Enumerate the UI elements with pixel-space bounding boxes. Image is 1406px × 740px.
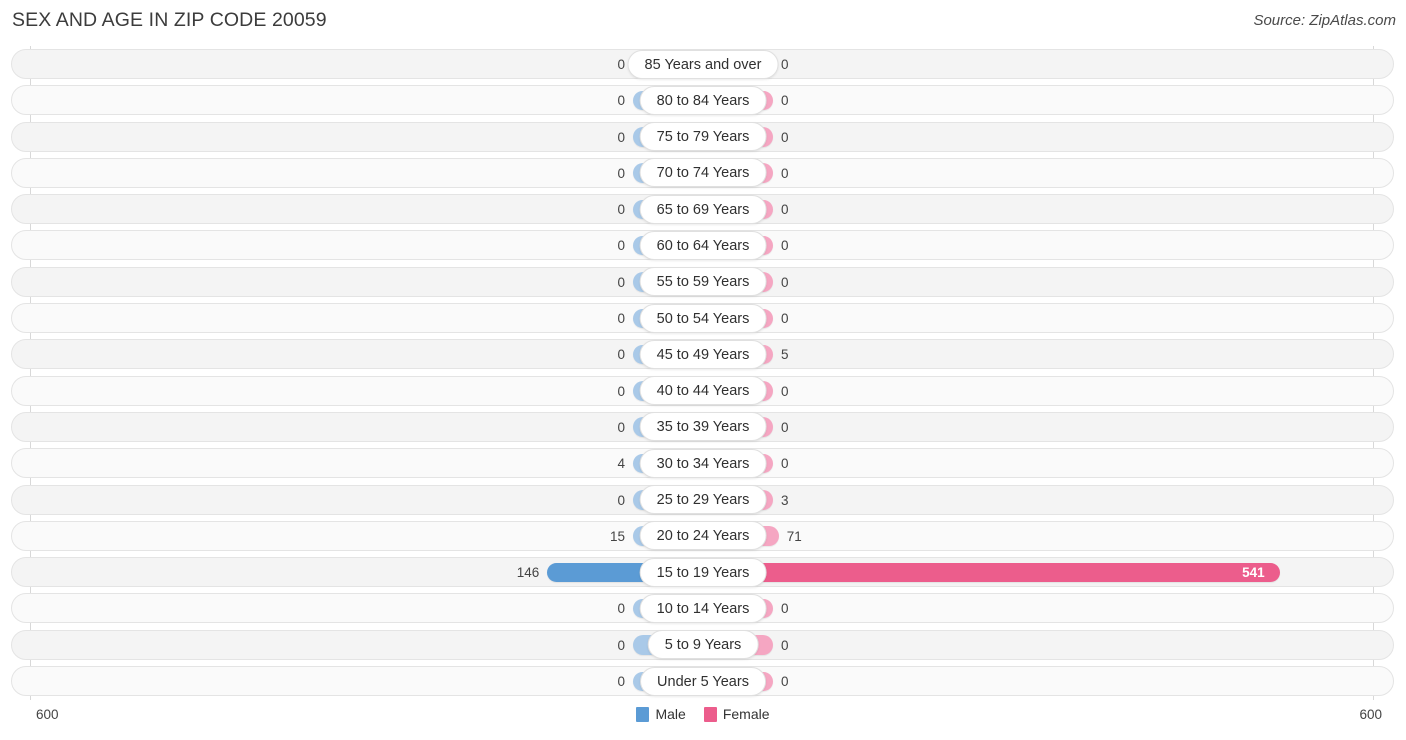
chart-legend: Male Female: [0, 706, 1406, 722]
age-group-label: 50 to 54 Years: [639, 303, 767, 333]
male-value-label: 0: [617, 637, 625, 653]
female-value-label: 0: [781, 674, 789, 690]
legend-item-male[interactable]: Male: [636, 706, 686, 722]
male-value-label: 0: [617, 419, 625, 435]
female-value-label: 0: [781, 601, 789, 617]
male-value-label: 0: [617, 674, 625, 690]
male-value-label: 4: [617, 456, 625, 472]
table-row[interactable]: 0 0 Under 5 Years: [0, 663, 1406, 699]
male-value-label: 0: [617, 492, 625, 508]
male-value-label: 146: [516, 565, 540, 581]
chart-footer: 600 600 Male Female: [0, 700, 1406, 740]
legend-label: Female: [722, 706, 770, 722]
population-pyramid-plot: 0 0 85 Years and over 0 0 80 to 84 Years 0 0 75 …: [0, 46, 1406, 700]
female-value-label: 541: [1242, 565, 1265, 581]
age-group-label: 5 to 9 Years: [647, 630, 759, 660]
age-group-rows: 0 0 85 Years and over 0 0 80 to 84 Years 0 0 75 …: [0, 46, 1406, 699]
male-value-label: 0: [617, 93, 625, 109]
legend-swatch-icon: [703, 706, 717, 722]
age-group-label: 85 Years and over: [627, 49, 779, 79]
table-row[interactable]: 0 0 35 to 39 Years: [0, 409, 1406, 445]
table-row[interactable]: 0 0 50 to 54 Years: [0, 300, 1406, 336]
table-row[interactable]: 0 0 70 to 74 Years: [0, 155, 1406, 191]
female-value-label: 71: [786, 528, 802, 544]
table-row[interactable]: 0 3 25 to 29 Years: [0, 482, 1406, 518]
age-group-label: 10 to 14 Years: [639, 593, 767, 623]
age-group-label: 30 to 34 Years: [639, 448, 767, 478]
male-value-label: 0: [617, 165, 625, 181]
table-row[interactable]: 0 0 5 to 9 Years: [0, 627, 1406, 663]
table-row[interactable]: 0 0 80 to 84 Years: [0, 82, 1406, 118]
table-row[interactable]: 0 0 60 to 64 Years: [0, 227, 1406, 263]
table-row[interactable]: 15 71 20 to 24 Years: [0, 518, 1406, 554]
male-value-label: 0: [617, 274, 625, 290]
table-row[interactable]: 0 0 75 to 79 Years: [0, 119, 1406, 155]
table-row[interactable]: 0 0 65 to 69 Years: [0, 191, 1406, 227]
age-group-label: 60 to 64 Years: [639, 230, 767, 260]
female-value-label: 0: [781, 202, 789, 218]
female-value-label: 0: [781, 93, 789, 109]
female-value-label: 0: [781, 238, 789, 254]
table-row[interactable]: 0 0 85 Years and over: [0, 46, 1406, 82]
page-title: SEX AND AGE IN ZIP CODE 20059: [12, 9, 327, 31]
table-row[interactable]: 0 5 45 to 49 Years: [0, 336, 1406, 372]
female-value-label: 0: [781, 311, 789, 327]
male-value-label: 0: [617, 57, 625, 72]
age-group-label: 55 to 59 Years: [639, 267, 767, 297]
table-row[interactable]: 0 0 40 to 44 Years: [0, 373, 1406, 409]
male-value-label: 0: [617, 311, 625, 327]
female-value-label: 0: [781, 129, 789, 145]
female-value-label: 0: [781, 456, 789, 472]
male-value-label: 0: [617, 383, 625, 399]
female-bar[interactable]: [703, 562, 1281, 583]
age-group-label: 35 to 39 Years: [639, 412, 767, 442]
age-group-label: 25 to 29 Years: [639, 485, 767, 515]
male-value-label: 0: [617, 129, 625, 145]
male-value-label: 0: [617, 601, 625, 617]
male-value-label: 0: [617, 202, 625, 218]
table-row[interactable]: 0 0 10 to 14 Years: [0, 590, 1406, 626]
female-value-label: 0: [781, 57, 789, 72]
age-group-label: 15 to 19 Years: [639, 557, 767, 587]
female-value-label: 5: [781, 347, 789, 363]
male-value-label: 15: [609, 528, 625, 544]
age-group-label: 40 to 44 Years: [639, 376, 767, 406]
table-row[interactable]: 0 0 55 to 59 Years: [0, 264, 1406, 300]
female-value-label: 0: [781, 165, 789, 181]
age-group-label: 65 to 69 Years: [639, 194, 767, 224]
male-value-label: 0: [617, 347, 625, 363]
male-value-label: 0: [617, 238, 625, 254]
age-group-label: 80 to 84 Years: [639, 85, 767, 115]
age-group-label: 75 to 79 Years: [639, 122, 767, 152]
female-value-label: 3: [781, 492, 789, 508]
table-row[interactable]: 146 541 15 to 19 Years: [0, 554, 1406, 590]
chart-page: SEX AND AGE IN ZIP CODE 20059 Source: Zi…: [0, 0, 1406, 740]
source-attribution: Source: ZipAtlas.com: [1253, 12, 1396, 29]
age-group-label: 20 to 24 Years: [639, 521, 767, 551]
female-value-label: 0: [781, 383, 789, 399]
female-value-label: 0: [781, 637, 789, 653]
legend-item-female[interactable]: Female: [703, 706, 770, 722]
legend-label: Male: [655, 706, 686, 722]
table-row[interactable]: 4 0 30 to 34 Years: [0, 445, 1406, 481]
age-group-label: 70 to 74 Years: [639, 158, 767, 188]
legend-swatch-icon: [636, 706, 650, 722]
female-value-label: 0: [781, 274, 789, 290]
female-value-label: 0: [781, 419, 789, 435]
age-group-label: 45 to 49 Years: [639, 339, 767, 369]
age-group-label: Under 5 Years: [640, 666, 766, 696]
chart-header: SEX AND AGE IN ZIP CODE 20059 Source: Zi…: [0, 0, 1406, 46]
